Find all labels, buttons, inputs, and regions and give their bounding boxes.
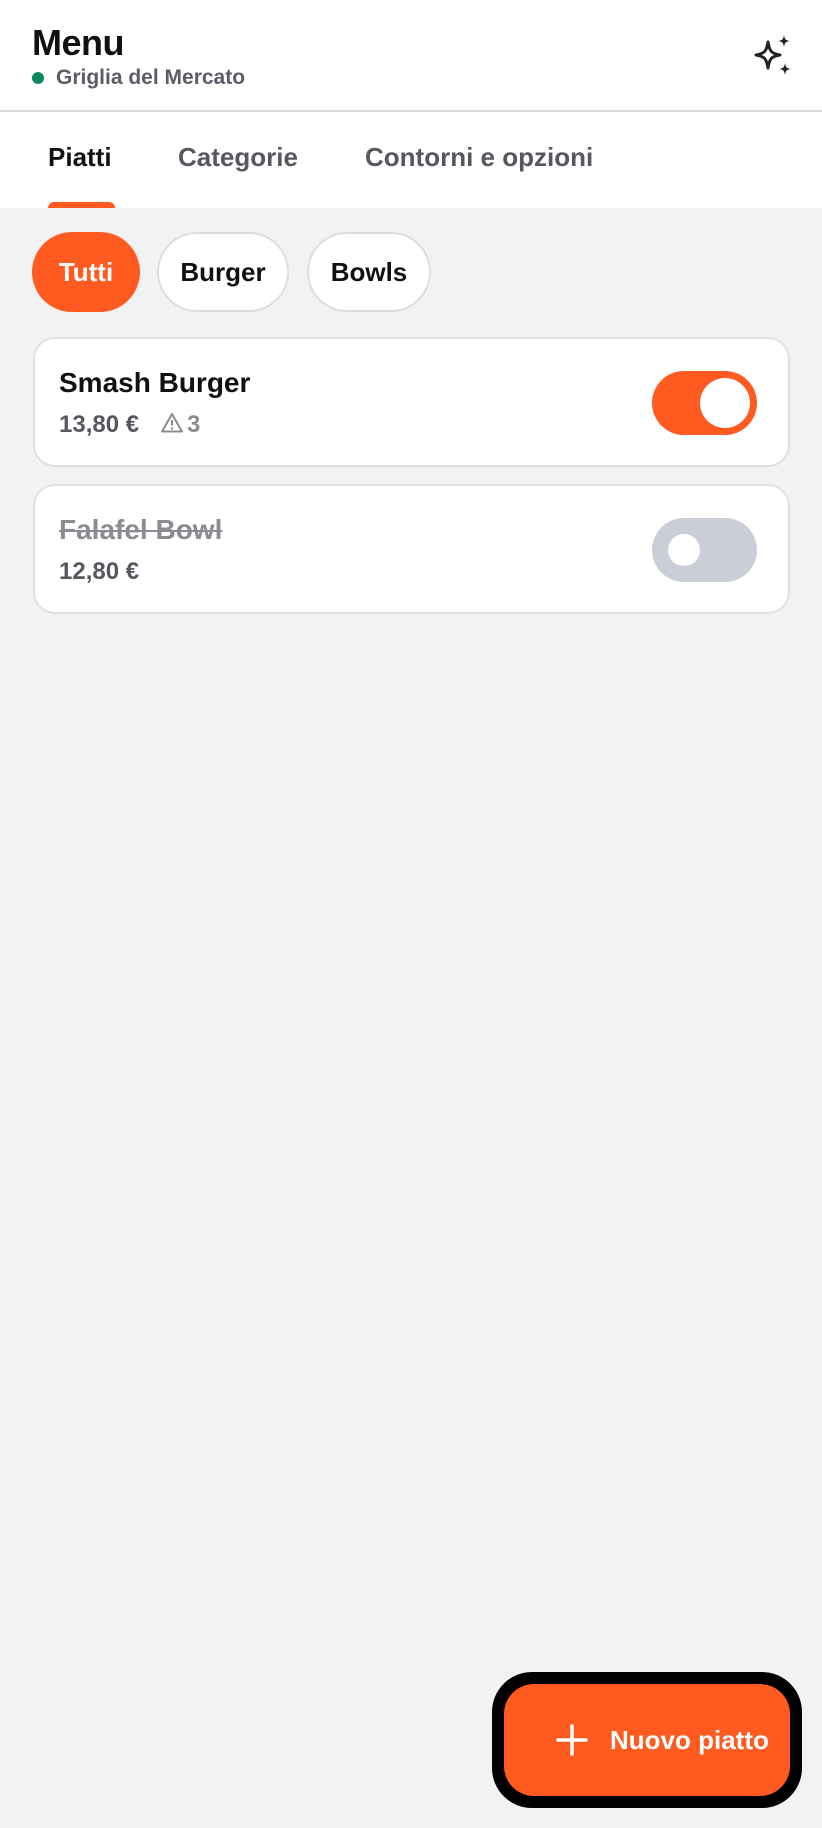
warning-count: 3 [187, 411, 201, 438]
filter-chip-tutti[interactable]: Tutti [32, 232, 140, 312]
item-name: Smash Burger [59, 367, 251, 398]
page-title: Menu [32, 22, 125, 63]
filter-chip-bowls[interactable]: Bowls [307, 232, 431, 312]
availability-toggle[interactable] [652, 518, 757, 582]
menu-item-card[interactable]: Smash Burger 13,80 € 3 [33, 337, 790, 467]
filter-chip-burger[interactable]: Burger [157, 232, 289, 312]
active-tab-indicator [48, 202, 115, 208]
sparkles-icon[interactable] [750, 32, 798, 80]
warning-icon [161, 412, 183, 439]
allergen-warning: 3 [161, 411, 200, 439]
new-dish-button-body[interactable]: Nuovo piatto [504, 1684, 790, 1796]
status-dot [32, 72, 44, 84]
new-dish-label: Nuovo piatto [610, 1724, 769, 1755]
item-price: 12,80 € [59, 558, 140, 585]
tab-contorni-opzioni[interactable]: Contorni e opzioni [365, 142, 593, 173]
item-price: 13,80 € [59, 411, 140, 438]
plus-icon [556, 1724, 588, 1756]
menu-item-card[interactable]: Falafel Bowl 12,80 € [33, 484, 790, 614]
tab-bar: Piatti Categorie Contorni e opzioni [0, 112, 822, 208]
toggle-knob [700, 378, 750, 428]
toggle-knob [668, 534, 700, 566]
item-name: Falafel Bowl [59, 514, 223, 545]
restaurant-status: Griglia del Mercato [32, 66, 245, 90]
availability-toggle[interactable] [652, 371, 757, 435]
tab-piatti[interactable]: Piatti [48, 142, 112, 173]
tab-categorie[interactable]: Categorie [178, 142, 298, 173]
restaurant-name: Griglia del Mercato [56, 66, 246, 89]
app-header: Menu Griglia del Mercato [0, 0, 822, 112]
new-dish-button[interactable]: Nuovo piatto [492, 1672, 802, 1808]
